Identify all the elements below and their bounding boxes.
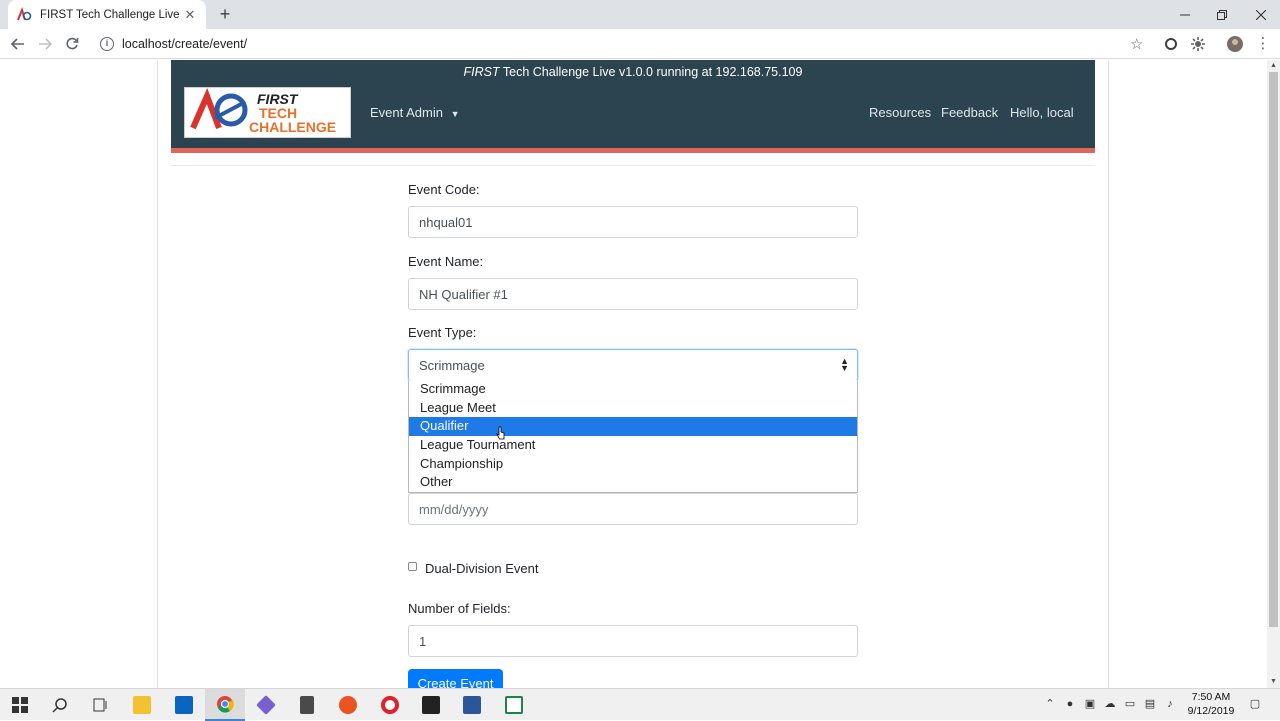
nav-hello-user[interactable]: Hello, local: [1010, 105, 1074, 120]
page-viewport: FIRST Tech Challenge Live v1.0.0 running…: [0, 60, 1280, 688]
browser-tabstrip: FIRST Tech Challenge Live ✕ +: [0, 0, 1280, 29]
event-code-input[interactable]: nhqual01: [408, 206, 858, 238]
option-qualifier[interactable]: Qualifier: [409, 417, 857, 437]
event-name-label: Event Name:: [408, 254, 484, 269]
tab-close-icon[interactable]: ✕: [182, 7, 198, 23]
terminal-icon[interactable]: [411, 689, 451, 721]
page-scrollbar[interactable]: ▲ ▼: [1267, 60, 1280, 688]
svg-text:CHALLENGE: CHALLENGE: [249, 119, 336, 135]
search-icon[interactable]: [40, 689, 80, 721]
new-tab-icon[interactable]: +: [215, 4, 235, 24]
running-banner: FIRST Tech Challenge Live v1.0.0 running…: [463, 65, 803, 79]
ubuntu-icon[interactable]: [328, 689, 368, 721]
event-date-input[interactable]: mm/dd/yyyy: [408, 493, 858, 525]
event-code-label: Event Code:: [408, 182, 480, 197]
scroll-thumb[interactable]: [1269, 72, 1278, 627]
tray-app-icon[interactable]: ●: [1063, 697, 1077, 711]
browser-tab[interactable]: FIRST Tech Challenge Live ✕: [8, 0, 206, 29]
outlook-icon[interactable]: [164, 689, 204, 721]
option-scrimmage[interactable]: Scrimmage: [409, 380, 857, 399]
restore-icon[interactable]: [1203, 0, 1241, 29]
header-divider: [171, 165, 1095, 166]
tray-outlook-icon[interactable]: ▣: [1083, 697, 1097, 711]
app-icon[interactable]: [494, 689, 534, 721]
nav-resources[interactable]: Resources: [869, 105, 931, 120]
scroll-down-icon[interactable]: ▼: [1267, 676, 1280, 688]
dual-division-checkbox[interactable]: [408, 562, 417, 571]
battery-icon[interactable]: ▭: [1123, 697, 1137, 711]
word-icon[interactable]: [452, 689, 492, 721]
window-close-icon[interactable]: [1242, 0, 1280, 29]
option-championship[interactable]: Championship: [409, 455, 857, 474]
reload-icon[interactable]: [61, 33, 83, 55]
nav-feedback[interactable]: Feedback: [941, 105, 998, 120]
event-admin-dropdown[interactable]: Event Admin ▼: [370, 105, 460, 120]
event-name-input[interactable]: NH Qualifier #1: [408, 278, 858, 310]
cloud-icon[interactable]: ☁: [1103, 697, 1117, 711]
site-info-icon[interactable]: i: [100, 37, 114, 51]
site-header: FIRST Tech Challenge Live v1.0.0 running…: [171, 60, 1095, 153]
menu-dots-icon[interactable]: ⋮: [1254, 35, 1272, 53]
ftc-logo[interactable]: FIRST TECH CHALLENGE: [184, 87, 351, 138]
minimize-icon[interactable]: [1166, 0, 1204, 29]
chrome-icon[interactable]: [205, 689, 245, 721]
num-fields-label: Number of Fields:: [408, 601, 511, 616]
tool-icon[interactable]: [287, 689, 327, 721]
scroll-up-icon[interactable]: ▲: [1267, 60, 1280, 72]
system-clock[interactable]: 7:50 AM 9/12/2019: [1180, 690, 1242, 718]
forward-icon[interactable]: [34, 33, 56, 55]
start-icon[interactable]: [0, 689, 40, 721]
create-event-button[interactable]: Create Event: [408, 669, 503, 688]
address-bar[interactable]: i localhost/create/event/: [92, 31, 1152, 57]
volume-icon[interactable]: ♪: [1163, 697, 1177, 711]
url-text: localhost/create/event/: [122, 37, 248, 51]
extension-circle-icon[interactable]: [1162, 35, 1180, 53]
event-type-label: Event Type:: [408, 325, 477, 340]
back-icon[interactable]: [7, 33, 29, 55]
notifications-icon[interactable]: ▢: [1248, 697, 1262, 711]
caret-down-icon: ▼: [450, 109, 460, 119]
event-type-options: Scrimmage League Meet Qualifier League T…: [408, 380, 858, 493]
num-fields-input[interactable]: 1: [408, 625, 858, 657]
option-league-tournament[interactable]: League Tournament: [409, 436, 857, 455]
select-arrows-icon: ▲ ▼: [840, 356, 849, 373]
network-icon[interactable]: ▤: [1143, 697, 1157, 711]
task-view-icon[interactable]: [80, 689, 120, 721]
file-explorer-icon[interactable]: [122, 689, 162, 721]
ftc-logo-mark-icon: FIRST TECH CHALLENGE: [190, 88, 336, 135]
bookmark-star-icon[interactable]: ☆: [1130, 35, 1143, 53]
profile-avatar-icon[interactable]: [1226, 35, 1244, 53]
browser-toolbar: i localhost/create/event/: [0, 29, 1280, 59]
dual-division-label: Dual-Division Event: [425, 561, 539, 576]
windows-taskbar: ⌃ ● ▣ ☁ ▭ ▤ ♪ 7:50 AM 9/12/2019 ▢: [0, 688, 1280, 721]
extension-gear-icon[interactable]: [1189, 35, 1207, 53]
event-type-select[interactable]: Scrimmage ▲ ▼: [408, 349, 858, 381]
option-other[interactable]: Other: [409, 473, 857, 492]
tab-title: FIRST Tech Challenge Live: [40, 8, 180, 21]
opera-icon[interactable]: [370, 689, 410, 721]
mouse-cursor-icon: [496, 426, 505, 440]
tray-expand-icon[interactable]: ⌃: [1043, 697, 1057, 711]
ftc-favicon-icon: [17, 6, 32, 20]
git-icon[interactable]: [246, 689, 286, 721]
option-league-meet[interactable]: League Meet: [409, 399, 857, 418]
